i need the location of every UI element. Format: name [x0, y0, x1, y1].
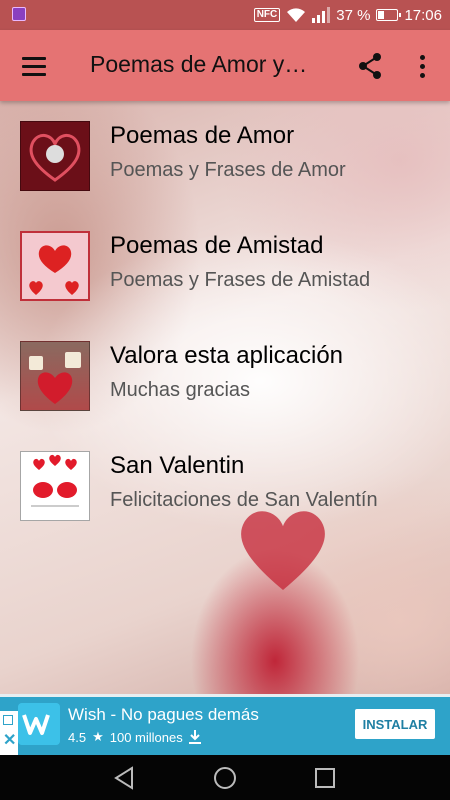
recents-icon[interactable]: [310, 763, 340, 793]
wish-logo: [18, 703, 60, 745]
nfc-icon: NFC: [253, 8, 281, 22]
list-item-title: Poemas de Amor: [110, 122, 295, 149]
wifi-icon: [287, 8, 306, 22]
signal-icon: [312, 7, 331, 23]
install-button[interactable]: INSTALAR: [355, 709, 435, 739]
system-navigation-bar: [0, 755, 450, 800]
hamburger-menu-icon[interactable]: [14, 48, 54, 84]
list-item-title: Valora esta aplicación: [110, 342, 344, 369]
ad-rating-row: 4.5 ★ 100 millones: [68, 729, 201, 745]
poemas-amor-thumbnail: [20, 121, 90, 191]
list-item-subtitle: Poemas y Frases de Amor: [110, 159, 346, 181]
download-icon: [188, 730, 201, 744]
poemas-amistad-thumbnail: [20, 231, 90, 301]
star-icon: ★: [92, 729, 104, 744]
list-item-poemas-de-amor[interactable]: Poemas de Amor Poemas y Frases de Amor: [0, 101, 450, 201]
home-icon[interactable]: [210, 763, 240, 793]
list-item-valora-aplicacion[interactable]: Valora esta aplicación Muchas gracias: [0, 321, 450, 421]
status-bar: NFC 37 % 17:06: [0, 0, 450, 30]
app-bar: Poemas de Amor y…: [0, 30, 450, 101]
clock: 17:06: [404, 6, 442, 24]
ad-app-name: Wish - No pagues demás: [68, 705, 259, 724]
page-title: Poemas de Amor y…: [90, 51, 308, 77]
back-icon[interactable]: [110, 763, 140, 793]
ad-downloads: 100 millones: [109, 729, 183, 745]
list-item-san-valentin[interactable]: San Valentin Felicitaciones de San Valen…: [0, 431, 450, 531]
ad-close-icon[interactable]: ✕: [3, 733, 16, 749]
notification-icon: [12, 7, 26, 21]
ad-banner[interactable]: ✕ Wish - No pagues demás 4.5 ★ 100 millo…: [0, 694, 450, 755]
list-item-poemas-de-amistad[interactable]: Poemas de Amistad Poemas y Frases de Ami…: [0, 211, 450, 311]
battery-percentage: 37 %: [336, 6, 371, 24]
list-item-title: Poemas de Amistad: [110, 232, 324, 259]
share-icon[interactable]: [352, 48, 388, 84]
battery-icon: [376, 9, 402, 21]
content-area: Poemas de Amor Poemas y Frases de Amor P…: [0, 101, 450, 694]
more-vert-icon[interactable]: [404, 48, 440, 84]
list-item-subtitle: Poemas y Frases de Amistad: [110, 269, 371, 291]
ad-rating: 4.5: [68, 729, 87, 745]
list-item-subtitle: Muchas gracias: [110, 379, 251, 401]
valora-thumbnail: [20, 341, 90, 411]
ad-info-icon[interactable]: [3, 715, 13, 725]
list-item-title: San Valentin: [110, 452, 245, 479]
list-item-subtitle: Felicitaciones de San Valentín: [110, 489, 378, 511]
ad-choices[interactable]: ✕: [0, 711, 18, 755]
san-valentin-thumbnail: [20, 451, 90, 521]
